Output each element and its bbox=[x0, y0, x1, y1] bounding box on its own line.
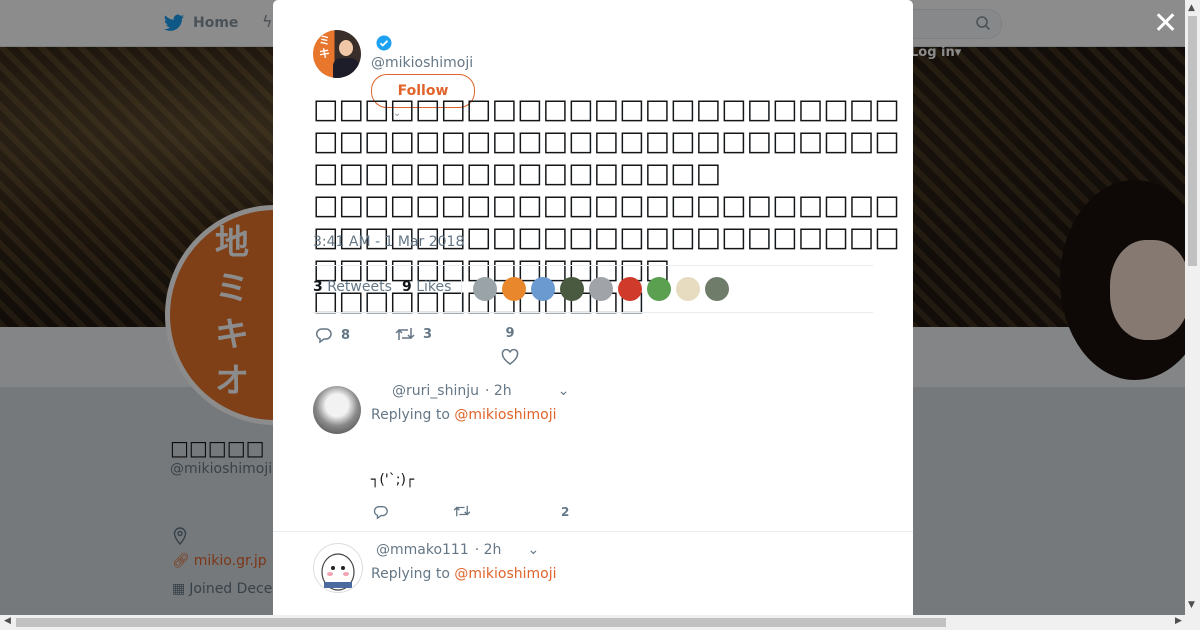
replying-to: Replying to @mikioshimoji bbox=[371, 566, 557, 582]
reply-time[interactable]: · 2h bbox=[475, 542, 502, 558]
liker-avatar[interactable] bbox=[676, 277, 700, 301]
liker-avatar[interactable] bbox=[705, 277, 729, 301]
scroll-left-arrow-icon[interactable]: ◀ bbox=[4, 616, 11, 626]
replying-prefix: Replying to bbox=[371, 566, 450, 582]
reply-button[interactable] bbox=[373, 504, 389, 523]
tweet-stats: 3 Retweets 9 Likes bbox=[313, 265, 873, 313]
like-count[interactable]: 2 bbox=[561, 505, 569, 519]
retweet-button[interactable]: 3 bbox=[395, 326, 432, 342]
chevron-down-icon[interactable]: ⌄ bbox=[558, 383, 570, 399]
retweets-label: Retweets bbox=[327, 279, 392, 295]
horizontal-scrollbar[interactable]: ◀ ▶ bbox=[0, 615, 1200, 630]
likers-avatars bbox=[473, 277, 729, 301]
liker-avatar[interactable] bbox=[473, 277, 497, 301]
like-count: 9 bbox=[505, 326, 515, 341]
liker-avatar[interactable] bbox=[502, 277, 526, 301]
tweet-timestamp[interactable]: 3:41 AM - 1 Mar 2018 bbox=[313, 234, 464, 250]
vertical-scrollbar[interactable]: ▲ ▼ bbox=[1185, 0, 1200, 615]
retweet-icon bbox=[453, 505, 471, 517]
liker-avatar[interactable] bbox=[647, 277, 671, 301]
scroll-up-arrow-icon[interactable]: ▲ bbox=[1188, 3, 1195, 13]
retweets-stat[interactable]: 3 Retweets bbox=[313, 279, 392, 295]
likes-stat[interactable]: 9 Likes bbox=[402, 279, 451, 295]
tweet-actions: 8 3 9 bbox=[313, 322, 873, 365]
stats-divider bbox=[461, 266, 462, 312]
daruma-icon bbox=[321, 553, 355, 591]
scroll-right-arrow-icon[interactable]: ▶ bbox=[1175, 616, 1182, 626]
replying-to-handle[interactable]: @mikioshimoji bbox=[454, 407, 556, 423]
replying-to: Replying to @mikioshimoji bbox=[371, 407, 557, 423]
reply-button[interactable]: 8 bbox=[315, 326, 350, 344]
vertical-scroll-thumb[interactable] bbox=[1188, 16, 1197, 266]
author-avatar[interactable]: ミキ bbox=[313, 30, 361, 78]
liker-avatar[interactable] bbox=[618, 277, 642, 301]
likes-count: 9 bbox=[402, 279, 412, 295]
horizontal-scroll-thumb[interactable] bbox=[16, 618, 946, 627]
reply-handle[interactable]: @mmako111 bbox=[376, 542, 469, 558]
retweets-count: 3 bbox=[313, 279, 323, 295]
liker-avatar[interactable] bbox=[531, 277, 555, 301]
reply-header: @ruri_shinju · 2h ⌄ bbox=[392, 383, 569, 399]
reply-handle[interactable]: @ruri_shinju bbox=[392, 383, 479, 399]
heart-icon bbox=[501, 349, 519, 365]
close-icon[interactable]: ✕ bbox=[1153, 9, 1178, 39]
reply-time[interactable]: · 2h bbox=[485, 383, 512, 399]
author-avatar-lettering: ミキ bbox=[319, 34, 330, 60]
reply-divider bbox=[273, 531, 913, 532]
reply-icon bbox=[373, 506, 388, 520]
replying-prefix: Replying to bbox=[371, 407, 450, 423]
author-handle[interactable]: @mikioshimoji bbox=[371, 55, 473, 71]
scroll-down-arrow-icon[interactable]: ▼ bbox=[1188, 600, 1195, 610]
reply-icon bbox=[315, 328, 332, 344]
liker-avatar[interactable] bbox=[560, 277, 584, 301]
author-avatar-suit bbox=[333, 58, 359, 78]
reply-actions: 2 bbox=[371, 504, 771, 528]
retweet-icon bbox=[395, 328, 415, 340]
retweet-count: 3 bbox=[423, 326, 433, 342]
like-button[interactable]: 9 bbox=[501, 326, 519, 365]
reply-count: 8 bbox=[341, 327, 351, 343]
tweet-permalink-modal: ミキ @mikioshimoji Follow ⌄ □□□□□□□□□□□□□□… bbox=[273, 0, 913, 615]
reply-avatar-cat[interactable] bbox=[313, 386, 361, 434]
reply-header: @mmako111 · 2h ⌄ bbox=[376, 542, 539, 558]
author-avatar-face bbox=[339, 40, 353, 56]
liker-avatar[interactable] bbox=[589, 277, 613, 301]
chevron-down-icon[interactable]: ⌄ bbox=[527, 542, 539, 558]
retweet-button[interactable] bbox=[453, 504, 471, 521]
replying-to-handle[interactable]: @mikioshimoji bbox=[454, 566, 556, 582]
verified-badge-icon bbox=[376, 35, 392, 51]
likes-label: Likes bbox=[416, 279, 452, 295]
reply-text: ┐('`;)┌ bbox=[371, 472, 415, 488]
reply-avatar-daruma[interactable] bbox=[313, 543, 363, 593]
